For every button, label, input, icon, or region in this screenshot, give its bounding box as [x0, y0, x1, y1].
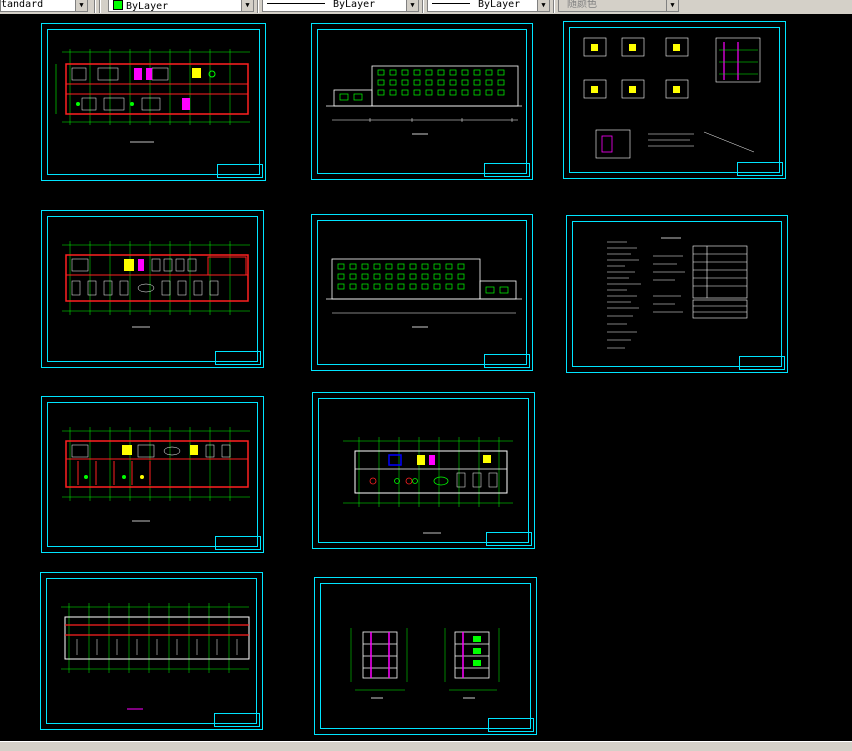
title-block [737, 162, 783, 176]
drawing-sheet-roof-plan[interactable] [40, 572, 263, 730]
title-block [215, 351, 261, 365]
plot-style-value: 随颜色 [567, 0, 597, 10]
lineweight-control-value: ByLayer [478, 0, 521, 10]
section-drawing [350, 628, 500, 699]
toolbar-separator [422, 0, 424, 13]
model-space-canvas[interactable] [0, 14, 852, 741]
drawing-sheet-sections[interactable] [314, 577, 537, 735]
title-block [217, 164, 263, 178]
floor-plan-drawing [62, 241, 250, 328]
toolbar-separator [553, 0, 555, 13]
elevation-drawing [326, 258, 522, 328]
title-block [484, 354, 530, 368]
notes-drawing [607, 237, 748, 349]
linetype-control-dropdown[interactable]: ByLayer ▼ [262, 0, 419, 12]
chevron-down-icon[interactable]: ▼ [406, 0, 418, 11]
lineweight-control-dropdown[interactable]: ByLayer ▼ [427, 0, 550, 12]
title-block [215, 536, 261, 550]
elevation-drawing [326, 65, 522, 135]
drawing-sheet-floor-plan-2[interactable] [41, 210, 264, 368]
details-drawing [583, 37, 761, 159]
chevron-down-icon[interactable]: ▼ [75, 0, 87, 11]
toolbar-separator [99, 0, 101, 13]
drawing-sheet-elevation-2[interactable] [311, 214, 533, 371]
text-style-value: tandard [1, 0, 44, 10]
drawing-sheet-floor-plan-3[interactable] [41, 396, 264, 553]
linetype-control-value: ByLayer [333, 0, 376, 10]
text-style-dropdown[interactable]: tandard ▼ [0, 0, 88, 12]
linetype-preview-icon [267, 3, 325, 4]
drawing-sheet-floor-plan-4[interactable] [312, 392, 535, 549]
floor-plan-drawing [55, 49, 250, 143]
properties-toolbar: tandard ▼ ByLayer ▼ ByLayer ▼ ByLayer ▼ … [0, 0, 852, 15]
floor-plan-drawing [62, 427, 250, 522]
title-block [486, 532, 532, 546]
drawing-sheet-floor-plan-1[interactable] [41, 23, 266, 181]
roof-plan-drawing [61, 603, 250, 710]
drawing-sheet-design-notes[interactable] [566, 215, 788, 373]
color-swatch-icon [113, 0, 123, 10]
title-block [488, 718, 534, 732]
drawing-sheet-elevation-1[interactable] [311, 23, 533, 180]
toolbar-separator [94, 0, 96, 13]
plot-style-control-dropdown[interactable]: 随颜色 ▼ [558, 0, 679, 12]
chevron-down-icon[interactable]: ▼ [241, 0, 253, 11]
color-control-dropdown[interactable]: ByLayer ▼ [108, 0, 254, 12]
title-block [214, 713, 260, 727]
title-block [484, 163, 530, 177]
title-block [739, 356, 785, 370]
color-control-value: ByLayer [126, 1, 169, 12]
floor-plan-drawing [343, 437, 513, 534]
chevron-down-icon[interactable]: ▼ [666, 0, 678, 11]
lineweight-preview-icon [432, 3, 470, 4]
toolbar-separator [257, 0, 259, 13]
chevron-down-icon[interactable]: ▼ [537, 0, 549, 11]
drawing-sheet-details[interactable] [563, 21, 786, 179]
